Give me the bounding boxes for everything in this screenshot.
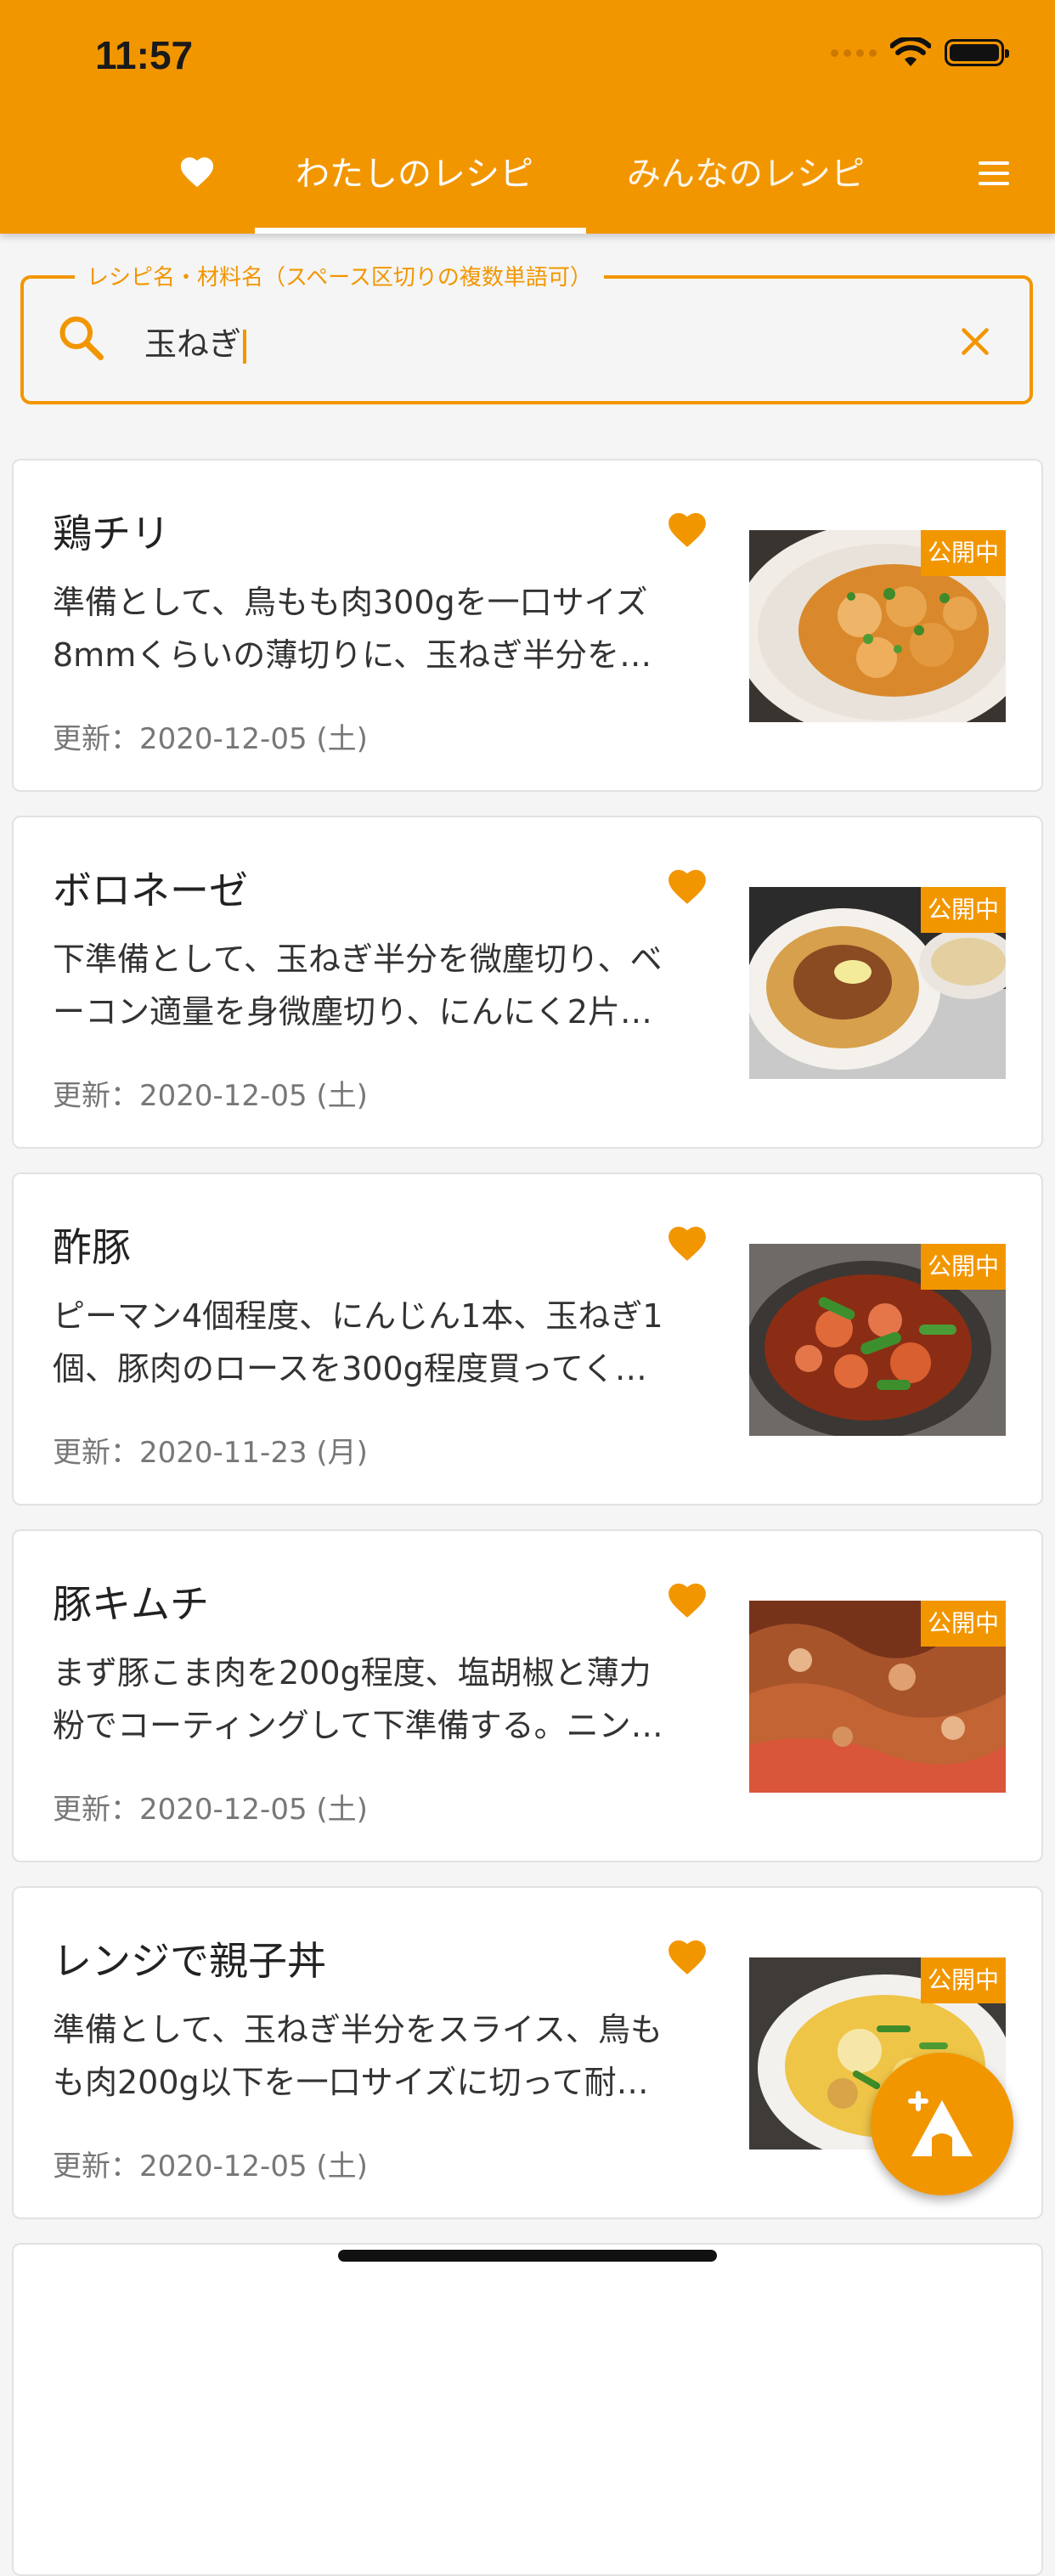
recipe-updated-date: 更新：2020-12-05 (土) — [53, 1793, 368, 1827]
recipe-card[interactable]: 豚キムチ まず豚こま肉を200g程度、塩胡椒と薄力 粉でコーティングして下準備する… — [12, 1529, 1043, 1862]
search-input[interactable]: 玉ねぎ — [144, 318, 247, 364]
favorite-heart-icon[interactable] — [666, 1223, 708, 1263]
add-recipe-icon — [908, 2091, 973, 2156]
recipe-description: ピーマン4個程度、にんじん1本、玉ねぎ1 個、豚肉のロースを300g程度買ってく… — [53, 1297, 663, 1387]
recipe-updated-date: 更新：2020-11-23 (月) — [53, 1436, 368, 1470]
signal-icon — [831, 48, 877, 57]
recipe-title: 酢豚 — [53, 1224, 131, 1270]
heart-icon[interactable] — [178, 155, 216, 189]
recipe-photo: 公開中 — [749, 530, 1006, 722]
recipe-title: 鶏チリ — [53, 511, 170, 556]
recipe-title: レンジで親子丼 — [53, 1938, 326, 1984]
favorite-heart-icon[interactable] — [666, 1937, 708, 1976]
tab-indicator — [255, 228, 586, 234]
recipe-description: まず豚こま肉を200g程度、塩胡椒と薄力 粉でコーティングして下準備する。ニン… — [53, 1654, 663, 1744]
recipe-card[interactable]: ボロネーゼ 下準備として、玉ねぎ半分を微塵切り、ベ ーコン適量を身微塵切り、にんに… — [12, 816, 1043, 1149]
favorite-heart-icon[interactable] — [666, 510, 708, 549]
favorite-heart-icon[interactable] — [666, 867, 708, 906]
favorite-heart-icon[interactable] — [666, 1580, 708, 1619]
public-status-badge: 公開中 — [920, 1601, 1006, 1647]
wifi-icon — [890, 37, 931, 66]
recipe-card-partial[interactable] — [12, 2243, 1043, 2576]
recipe-title: 豚キムチ — [53, 1581, 209, 1627]
recipe-photo: 公開中 — [749, 1601, 1006, 1793]
recipe-description: 準備として、鳥もも肉300gを一口サイズ 8mmくらいの薄切りに、玉ねぎ半分を… — [53, 584, 652, 674]
recipe-photo: 公開中 — [749, 1244, 1006, 1436]
public-status-badge: 公開中 — [920, 530, 1006, 576]
battery-icon — [945, 39, 1009, 66]
recipe-updated-date: 更新：2020-12-05 (土) — [53, 1079, 368, 1113]
app-bar: 11:57 わたしのレシピ みんなのレシピ — [0, 0, 1055, 234]
public-status-badge: 公開中 — [920, 1244, 1006, 1290]
tab-my-recipes[interactable]: わたしのレシピ — [296, 146, 533, 195]
recipe-photo: 公開中 — [749, 887, 1006, 1079]
hamburger-menu-icon[interactable] — [979, 161, 1009, 185]
recipe-card[interactable]: 鶏チリ 準備として、鳥もも肉300gを一口サイズ 8mmくらいの薄切りに、玉ねぎ半… — [12, 459, 1043, 792]
search-field-label: レシピ名・材料名（スペース区切りの複数単語可） — [75, 260, 604, 291]
add-recipe-button[interactable] — [871, 2053, 1013, 2195]
search-field[interactable]: レシピ名・材料名（スペース区切りの複数単語可） 玉ねぎ — [20, 260, 1033, 404]
recipe-updated-date: 更新：2020-12-05 (土) — [53, 2149, 368, 2183]
recipe-description: 準備として、玉ねぎ半分をスライス、鳥も も肉200g以下を一口サイズに切って耐… — [53, 2011, 663, 2101]
search-icon — [59, 316, 104, 360]
home-indicator — [338, 2250, 717, 2262]
public-status-badge: 公開中 — [920, 1957, 1006, 2003]
tab-everyone-recipes[interactable]: みんなのレシピ — [627, 146, 865, 195]
recipe-updated-date: 更新：2020-12-05 (土) — [53, 722, 368, 756]
status-time: 11:57 — [95, 33, 194, 77]
recipe-card[interactable]: 酢豚 ピーマン4個程度、にんじん1本、玉ねぎ1 個、豚肉のロースを300g程度買っ… — [12, 1172, 1043, 1505]
recipe-title: ボロネーゼ — [53, 867, 248, 913]
recipe-description: 下準備として、玉ねぎ半分を微塵切り、ベ ーコン適量を身微塵切り、にんにく2片… — [53, 941, 663, 1031]
close-icon[interactable] — [960, 326, 990, 357]
status-icons — [831, 37, 1009, 68]
public-status-badge: 公開中 — [920, 887, 1006, 933]
